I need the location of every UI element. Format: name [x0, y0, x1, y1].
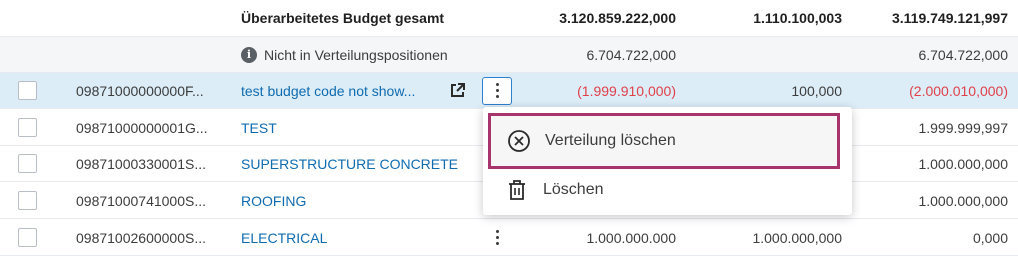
budget-name-link[interactable]: TEST: [241, 110, 441, 145]
total-value-3: 3.119.749.121,997: [891, 10, 1008, 26]
row-value-1: (1.999.910,000): [577, 82, 676, 99]
not-distributed-row: i Nicht in Verteilungspositionen 6.704.7…: [0, 37, 1018, 73]
total-value-2: 1.110.100,003: [753, 10, 842, 26]
circle-x-icon: [507, 129, 531, 153]
budget-name-link[interactable]: test budget code not show...: [241, 73, 441, 108]
row-actions-cell: [481, 73, 513, 108]
not-distributed-value-1: 6.704.722,000: [586, 46, 676, 63]
row-actions-cell: [481, 220, 513, 255]
budget-name-link[interactable]: ROOFING: [241, 183, 441, 218]
total-label: Überarbeitetes Budget gesamt: [241, 10, 445, 26]
kebab-icon: [495, 83, 499, 98]
open-external-icon[interactable]: [447, 73, 467, 108]
budget-name-link[interactable]: SUPERSTRUCTURE CONCRETE: [241, 146, 458, 181]
row-checkbox-cell: [18, 146, 38, 181]
budget-code: 09871002600000S...: [76, 229, 207, 246]
row-checkbox[interactable]: [18, 81, 37, 100]
row-checkbox[interactable]: [18, 154, 37, 173]
row-value-1: 1.000.000.000: [586, 229, 676, 246]
row-checkbox[interactable]: [18, 191, 37, 210]
row-checkbox-cell: [18, 183, 38, 218]
row-value-3: 1.000.000,000: [918, 192, 1008, 209]
row-value-3: 1.999.999,997: [918, 119, 1008, 136]
budget-code: 09871000330001S...: [76, 155, 207, 172]
row-checkbox-cell: [18, 73, 38, 108]
row-checkbox[interactable]: [18, 228, 37, 247]
row-checkbox[interactable]: [18, 118, 37, 137]
row-actions-menu-button[interactable]: [482, 76, 512, 105]
trash-icon: [505, 178, 529, 202]
budget-code: 09871000000001G...: [76, 119, 208, 136]
row-checkbox-cell: [18, 110, 38, 145]
table-row[interactable]: 09871002600000S... ELECTRICAL 1.000.000.…: [0, 220, 1018, 256]
not-distributed-label: Nicht in Verteilungspositionen: [264, 46, 448, 63]
not-distributed-label-cell: i Nicht in Verteilungspositionen: [241, 37, 501, 72]
row-actions-menu-button[interactable]: [482, 224, 512, 252]
row-checkbox-cell: [18, 220, 38, 255]
total-value-1: 3.120.859.222,000: [559, 10, 676, 26]
budget-code: 09871000000000F...: [76, 82, 204, 99]
info-icon: i: [241, 46, 257, 63]
table-row[interactable]: 09871000000000F... test budget code not …: [0, 73, 1018, 109]
total-row: Überarbeitetes Budget gesamt 3.120.859.2…: [0, 0, 1018, 37]
menu-item-label: Löschen: [543, 181, 604, 198]
row-value-3: 1.000.000,000: [918, 155, 1008, 172]
menu-item-remove-distribution[interactable]: Verteilung löschen: [488, 113, 840, 169]
not-distributed-value-3: 6.704.722,000: [918, 46, 1008, 63]
row-value-3: (2.000.010,000): [909, 82, 1008, 99]
row-value-2: 1.000.000,000: [752, 229, 842, 246]
kebab-icon: [495, 230, 499, 245]
row-context-menu: Verteilung löschen Löschen: [483, 107, 852, 215]
menu-item-label: Verteilung löschen: [545, 132, 676, 149]
row-value-3: 0,000: [972, 229, 1008, 246]
menu-item-delete[interactable]: Löschen: [483, 167, 852, 213]
budget-code: 09871000741000S...: [76, 192, 207, 209]
budget-name-link[interactable]: ELECTRICAL: [241, 220, 441, 255]
row-value-2: 100,000: [791, 82, 842, 99]
